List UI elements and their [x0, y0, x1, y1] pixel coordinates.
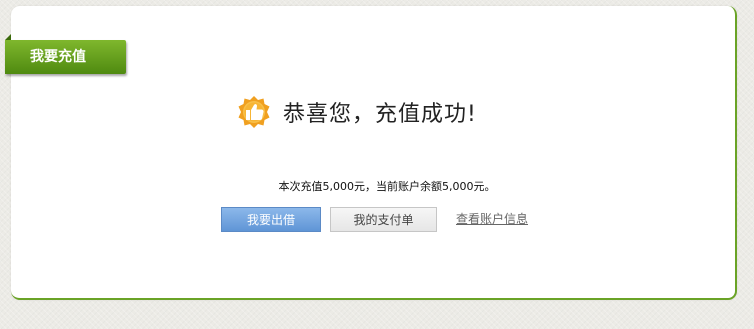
thumbs-up-badge-icon [238, 96, 270, 128]
lend-button[interactable]: 我要出借 [221, 207, 321, 232]
my-payment-orders-button[interactable]: 我的支付单 [330, 207, 437, 232]
section-tab-recharge: 我要充值 [5, 40, 126, 74]
success-message-row: 恭喜您，充值成功! [237, 94, 477, 130]
recharge-summary: 本次充值5,000元，当前账户余额5,000元。 [278, 180, 496, 193]
view-account-info-link[interactable]: 查看账户信息 [456, 210, 528, 227]
success-message: 恭喜您，充值成功! [283, 102, 477, 127]
